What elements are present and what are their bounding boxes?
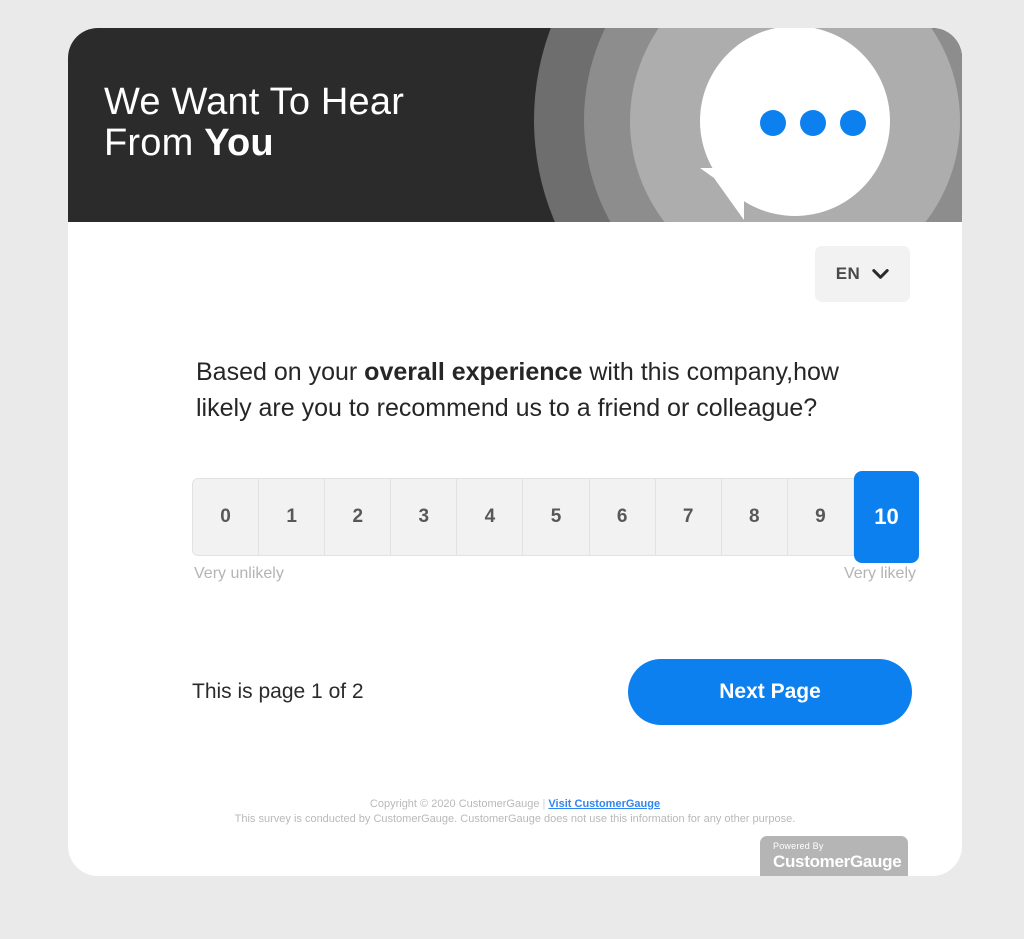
nps-scale: 0 1 2 3 4 5 6 7 8 9 10 <box>192 471 920 563</box>
disclaimer-text: This survey is conducted by CustomerGaug… <box>234 813 796 825</box>
language-selector-label: EN <box>835 264 861 283</box>
nps-option-3[interactable]: 3 <box>391 479 458 555</box>
nps-option-2[interactable]: 2 <box>325 479 392 555</box>
nps-option-6[interactable]: 6 <box>590 479 656 555</box>
question-text: Based on your overall experience with th… <box>196 354 896 426</box>
survey-body: EN Based on your overall experience with… <box>68 222 962 827</box>
page-title-line2-bold: You <box>204 122 274 164</box>
copyright-text: Copyright © 2020 CustomerGauge <box>369 798 540 810</box>
nps-option-10[interactable]: 10 <box>853 471 920 563</box>
page-title-line1: We Want To Hear <box>104 81 405 123</box>
nps-scale-labels: Very unlikely Very likely <box>192 565 918 583</box>
powered-by-badge[interactable]: Powered By CustomerGauge <box>760 836 908 876</box>
nps-option-1[interactable]: 1 <box>259 479 326 555</box>
nps-high-label: Very likely <box>843 565 916 582</box>
nps-option-0[interactable]: 0 <box>193 479 260 555</box>
footer-separator: | <box>542 798 546 810</box>
typing-dots-icon <box>760 110 866 136</box>
page-title: We Want To Hear From You <box>104 82 404 164</box>
question-emphasis: overall experience <box>364 358 583 386</box>
survey-card: We Want To Hear From You EN Based on your… <box>68 28 962 876</box>
page-title-line2-plain: From <box>104 122 205 164</box>
survey-header: We Want To Hear From You <box>68 28 962 222</box>
next-page-button[interactable]: Next Page <box>628 659 912 725</box>
legal-footer: Copyright © 2020 CustomerGauge | Visit C… <box>100 797 930 827</box>
nps-option-7[interactable]: 7 <box>656 479 722 555</box>
language-selector[interactable]: EN <box>815 246 910 302</box>
nps-option-9[interactable]: 9 <box>788 479 854 555</box>
nps-option-5[interactable]: 5 <box>523 479 590 555</box>
visit-customergauge-link[interactable]: Visit CustomerGauge <box>548 798 660 810</box>
nps-option-8[interactable]: 8 <box>722 479 788 555</box>
copyright-line: Copyright © 2020 CustomerGauge | Visit C… <box>100 797 930 812</box>
nps-option-4[interactable]: 4 <box>457 479 524 555</box>
powered-by-brand: CustomerGauge <box>773 852 902 871</box>
nps-scale-group: 0 1 2 3 4 5 6 7 8 9 10 Very unlikely Ver… <box>192 471 920 583</box>
question-part1: Based on your <box>196 358 365 386</box>
chevron-down-icon <box>872 268 890 280</box>
powered-by-label: Powered By <box>773 841 824 851</box>
nps-low-label: Very unlikely <box>194 565 284 582</box>
language-row: EN <box>100 222 930 302</box>
page-indicator: This is page 1 of 2 <box>192 680 364 703</box>
navigation-row: This is page 1 of 2 Next Page <box>192 659 912 725</box>
